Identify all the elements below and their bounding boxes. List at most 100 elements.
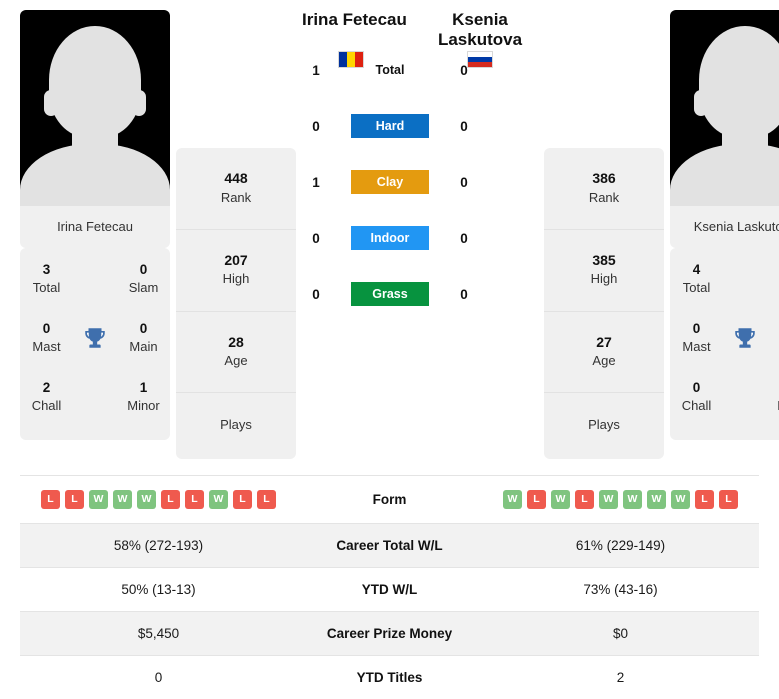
head-to-head-bars: 1 Total 0 0 Hard 0 1 Clay 0 0 Indoor 0 0 Grass 0 (305, 58, 475, 306)
right-titles-chall-label: Chall (681, 397, 712, 413)
left-age-label: Age (224, 353, 248, 369)
right-rank-card: 386 Rank 385 High 27 Age Plays (544, 148, 664, 459)
form-badge-win[interactable]: W (671, 489, 690, 509)
right-age-value: 27 (596, 333, 612, 350)
h2h-row-hard: 0 Hard 0 (305, 114, 475, 138)
form-badge-loss[interactable]: L (695, 489, 714, 509)
form-badge-loss[interactable]: L (257, 489, 276, 509)
h2h-left-count-clay: 1 (312, 174, 320, 190)
form-badge-loss[interactable]: L (719, 489, 738, 509)
left-form-value: LLWWWLLWLL (20, 475, 297, 523)
table-row: L L W W W L L W L L Form W L W L W W W W L L (20, 475, 759, 523)
right-player-titles-card: 4 Total 0 Slam 0 Mast (670, 248, 779, 441)
stat-label-ytd-titles: YTD Titles (356, 669, 423, 685)
left-player-avatar-card[interactable]: Irina Fetecau (20, 10, 170, 248)
h2h-surface-label-indoor[interactable]: Indoor (351, 226, 429, 250)
left-rank-row: 448 Rank (176, 148, 296, 230)
h2h-left-count-total: 1 (312, 62, 320, 78)
left-ytd-titles-value: 0 (154, 669, 163, 685)
form-badge-loss[interactable]: L (527, 489, 546, 509)
avatar-placeholder-icon (20, 10, 170, 206)
h2h-left-count-hard: 0 (312, 118, 320, 134)
right-player-card-name: Ksenia Laskutova (693, 219, 779, 234)
right-titles-total-value: 4 (692, 262, 701, 277)
h2h-right-count-indoor: 0 (460, 230, 468, 246)
right-titles-chall: 0 Chall (670, 368, 723, 427)
right-rank-column: 386 Rank 385 High 27 Age Plays (544, 10, 664, 459)
left-titles-main: 0 Main (117, 309, 170, 368)
form-badge-win[interactable]: W (599, 489, 618, 509)
right-titles-slam-value: 0 (767, 261, 779, 279)
left-form-strip: LLWWWLLWLL (24, 489, 293, 509)
right-titles-main: 0 Main (767, 309, 779, 368)
form-badge-win[interactable]: W (137, 489, 156, 509)
table-row: $5,450 Career Prize Money $0 (20, 611, 759, 656)
left-titles-total: 3 Total (20, 250, 73, 309)
left-rank-column: 448 Rank 207 High 28 Age Plays (176, 10, 296, 459)
right-player-column: Ksenia Laskutova 4 Total 0 Slam 0 Mas (670, 10, 779, 441)
right-high-row: 385 High (544, 230, 664, 312)
form-badge-win[interactable]: W (113, 489, 132, 509)
table-row: 50% (13-13) YTD W/L 73% (43-16) (20, 567, 759, 611)
left-titles-slam: 0 Slam (117, 250, 170, 309)
form-badge-win[interactable]: W (623, 489, 642, 509)
player-names-row: Irina Fetecau Ksenia Laskutova (300, 10, 540, 51)
form-badge-win[interactable]: W (89, 489, 108, 509)
left-titles-chall-value: 2 (42, 379, 51, 395)
right-titles-minor-value: 4 (767, 379, 779, 397)
form-badge-win[interactable]: W (647, 489, 666, 509)
right-high-value: 385 (592, 251, 616, 268)
right-rank-label: Rank (588, 189, 620, 205)
left-titles-chall-label: Chall (31, 397, 62, 413)
right-titles-chall-value: 0 (692, 379, 701, 395)
right-titles-main-label: Main (767, 338, 779, 356)
right-age-label: Age (592, 353, 616, 369)
h2h-surface-label-total: Total (375, 63, 405, 77)
right-titles-total-label: Total (682, 280, 711, 296)
right-titles-total: 4 Total (670, 250, 723, 309)
left-titles-minor-label: Minor (127, 397, 160, 413)
form-badge-loss[interactable]: L (233, 489, 252, 509)
left-trophy-icon (73, 325, 117, 351)
h2h-right-count-total: 0 (460, 62, 468, 78)
left-titles-chall: 2 Chall (20, 368, 73, 427)
form-badge-win[interactable]: W (551, 489, 570, 509)
table-row: 0 YTD Titles 2 (20, 655, 759, 699)
left-rank-label: Rank (220, 189, 252, 205)
left-player-card-name: Irina Fetecau (57, 219, 133, 234)
table-row: 58% (272-193) Career Total W/L 61% (229-14… (20, 523, 759, 568)
stat-label-ytd-w-l: YTD W/L (361, 581, 418, 597)
left-player-name[interactable]: Irina Fetecau (300, 10, 420, 30)
form-badge-loss[interactable]: L (161, 489, 180, 509)
h2h-surface-label-clay[interactable]: Clay (351, 170, 429, 194)
right-titles-slam: 0 Slam (767, 250, 779, 309)
form-badge-loss[interactable]: L (65, 489, 84, 509)
left-high-value: 207 (224, 251, 248, 268)
left-age-row: 28 Age (176, 312, 296, 394)
right-player-name[interactable]: Ksenia Laskutova (420, 10, 540, 51)
right-titles-main-value: 0 (767, 320, 779, 338)
right-player-avatar-card[interactable]: Ksenia Laskutova (670, 10, 779, 248)
left-plays-label: Plays (220, 417, 252, 433)
form-badge-loss[interactable]: L (185, 489, 204, 509)
h2h-surface-label-grass[interactable]: Grass (351, 282, 429, 306)
left-plays-row: Plays (176, 393, 296, 458)
comparison-table: L L W W W L L W L L Form W L W L W W W W L L 58% (272-193) Car… (20, 475, 759, 699)
right-career-prize-money-value: $0 (612, 625, 629, 641)
left-titles-minor: 1 Minor (117, 368, 170, 427)
left-age-value: 28 (228, 333, 244, 350)
stat-label-career-prize-money: Career Prize Money (326, 625, 453, 641)
right-rank-value: 386 (592, 170, 616, 186)
left-high-label: High (222, 271, 250, 287)
stat-label-form: Form (372, 491, 407, 507)
left-titles-slam-value: 0 (139, 262, 148, 277)
h2h-surface-label-hard[interactable]: Hard (351, 114, 429, 138)
form-badge-win[interactable]: W (209, 489, 228, 509)
left-titles-mast: 0 Mast (20, 309, 73, 368)
left-career-total-w-l-value: 58% (272-193) (113, 537, 204, 553)
left-player-column: Irina Fetecau 3 Total 0 Slam 0 Mast 0 Ma… (20, 10, 170, 441)
form-badge-win[interactable]: W (503, 489, 522, 509)
stat-label-career-total-w-l: Career Total W/L (336, 537, 443, 553)
form-badge-loss[interactable]: L (41, 489, 60, 509)
form-badge-loss[interactable]: L (575, 489, 594, 509)
